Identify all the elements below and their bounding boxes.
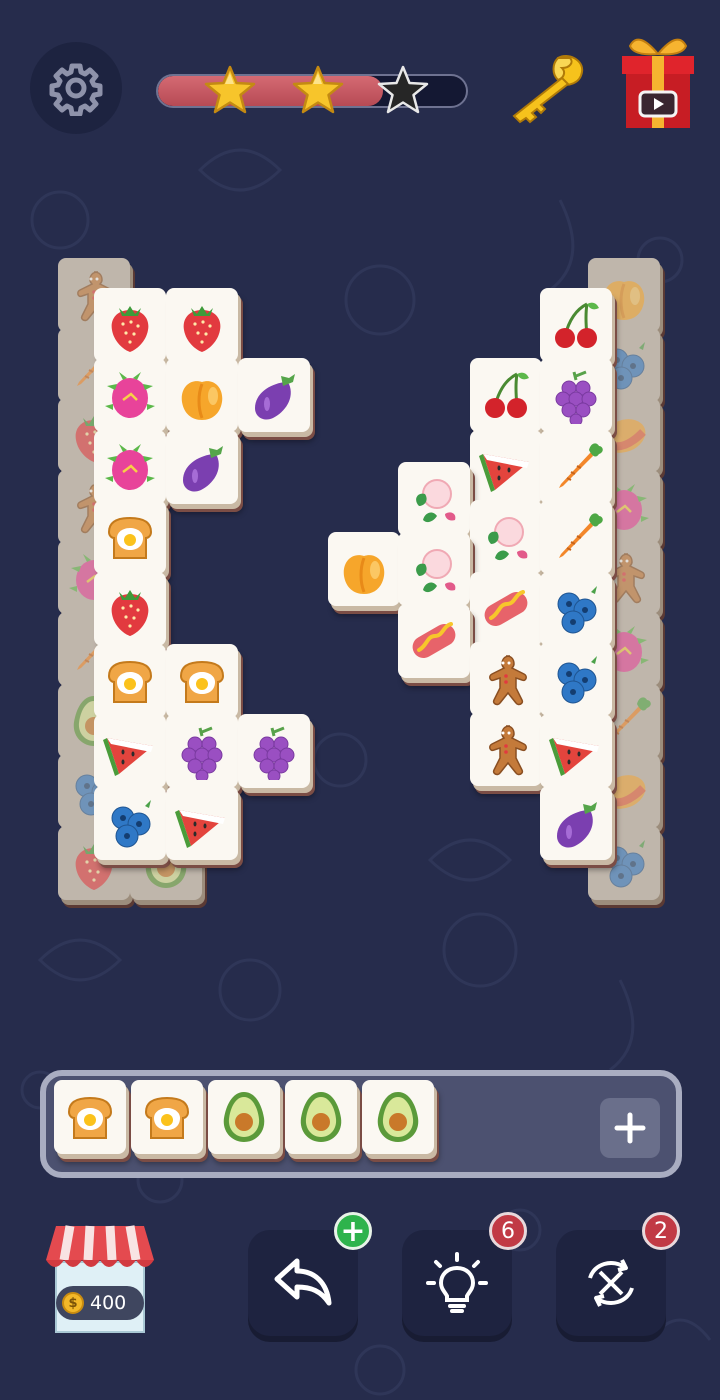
peach-icon <box>343 555 385 594</box>
tile-strawberry[interactable] <box>94 572 166 646</box>
strawberry-icon <box>183 306 221 352</box>
tile-watermelon[interactable] <box>540 714 612 788</box>
lychee-icon <box>488 517 528 561</box>
cherry-icon <box>555 302 599 348</box>
tile-gingerbread[interactable] <box>470 642 542 716</box>
gingerbread-icon <box>489 725 527 776</box>
egg-toast-icon <box>67 1096 113 1139</box>
avocado-icon <box>300 1092 342 1142</box>
carrot-icon <box>559 513 603 558</box>
hint-count-badge: 6 <box>489 1212 527 1250</box>
blueberry-icon <box>557 656 597 704</box>
tray-add-slot-button[interactable] <box>600 1098 660 1158</box>
tile-carrot[interactable] <box>540 430 612 504</box>
tile-egg-toast[interactable] <box>94 500 166 574</box>
star-icon-3 <box>377 65 429 114</box>
tile-peach[interactable] <box>328 532 400 606</box>
grapes-icon <box>253 726 295 780</box>
tile-dragonfruit[interactable] <box>94 430 166 504</box>
shuffle-count-badge: 2 <box>642 1212 680 1250</box>
tile-peach[interactable] <box>166 358 238 432</box>
peach-icon <box>181 381 223 420</box>
avocado-icon <box>377 1092 419 1142</box>
cherry-icon <box>485 372 529 418</box>
tile-watermelon[interactable] <box>166 786 238 860</box>
tray-tile-egg-toast <box>54 1080 126 1154</box>
tile-blueberry[interactable] <box>94 786 166 860</box>
tile-egg-toast[interactable] <box>94 644 166 718</box>
tile-blueberry[interactable] <box>540 642 612 716</box>
tile-gingerbread[interactable] <box>470 712 542 786</box>
tray-tile-avocado <box>208 1080 280 1154</box>
tile-dragonfruit[interactable] <box>94 358 166 432</box>
lightbulb-icon <box>426 1252 488 1313</box>
tile-cherry[interactable] <box>470 358 542 432</box>
tile-egg-toast[interactable] <box>166 644 238 718</box>
tile-hotdog[interactable] <box>398 604 470 678</box>
egg-toast-icon <box>144 1096 190 1139</box>
tile-cherry[interactable] <box>540 288 612 362</box>
coin-count: 400 <box>90 1292 127 1314</box>
tile-blueberry[interactable] <box>540 572 612 646</box>
tile-watermelon[interactable] <box>470 430 542 504</box>
tile-watermelon[interactable] <box>94 714 166 788</box>
eggplant-icon <box>255 374 295 420</box>
tile-eggplant[interactable] <box>540 786 612 860</box>
tile-lychee[interactable] <box>398 462 470 536</box>
tray-tile-avocado <box>362 1080 434 1154</box>
shuffle-icon <box>588 1259 634 1307</box>
tile-grapes[interactable] <box>238 714 310 788</box>
hotdog-icon <box>412 622 456 658</box>
egg-toast-icon <box>107 516 153 559</box>
egg-toast-icon <box>179 660 225 703</box>
tile-lychee[interactable] <box>398 532 470 606</box>
tray-tile-avocado <box>285 1080 357 1154</box>
tile-carrot[interactable] <box>540 500 612 574</box>
settings-button[interactable] <box>30 42 122 134</box>
plus-icon <box>614 1112 646 1144</box>
progress-fill <box>158 76 383 106</box>
egg-toast-icon <box>107 660 153 703</box>
tile-eggplant[interactable] <box>166 430 238 504</box>
blueberry-icon <box>111 800 151 848</box>
watermelon-icon <box>175 810 225 848</box>
dragonfruit-icon <box>105 444 155 490</box>
tile-grapes[interactable] <box>540 358 612 432</box>
watermelon-icon <box>103 738 153 776</box>
undo-icon <box>274 1258 332 1306</box>
hotdog-icon <box>484 590 528 626</box>
gear-icon <box>49 63 103 116</box>
tray-tile-egg-toast <box>131 1080 203 1154</box>
tile-strawberry[interactable] <box>166 288 238 362</box>
watermelon-icon <box>479 454 529 492</box>
gingerbread-icon <box>489 655 527 706</box>
undo-add-badge[interactable]: + <box>334 1212 372 1250</box>
coin-balance: $ 400 <box>56 1286 144 1320</box>
strawberry-icon <box>111 306 149 352</box>
coin-icon: $ <box>62 1292 84 1314</box>
lychee-icon <box>416 549 456 593</box>
strawberry-icon <box>111 590 149 636</box>
eggplant-icon <box>557 802 597 848</box>
tile-lychee[interactable] <box>470 500 542 574</box>
tile-hotdog[interactable] <box>470 572 542 646</box>
tile-eggplant[interactable] <box>238 358 310 432</box>
tile-strawberry[interactable] <box>94 288 166 362</box>
grapes-icon <box>555 370 597 424</box>
lychee-icon <box>416 479 456 523</box>
tile-grapes[interactable] <box>166 714 238 788</box>
star-icon-1 <box>204 65 256 114</box>
key-icon[interactable] <box>502 52 590 128</box>
carrot-icon <box>559 443 603 488</box>
eggplant-icon <box>183 446 223 492</box>
gift-video-icon[interactable] <box>618 36 698 130</box>
blueberry-icon <box>557 586 597 634</box>
watermelon-icon <box>549 738 599 776</box>
grapes-icon <box>181 726 223 780</box>
star-icon-2 <box>292 65 344 114</box>
avocado-icon <box>223 1092 265 1142</box>
dragonfruit-icon <box>105 372 155 418</box>
